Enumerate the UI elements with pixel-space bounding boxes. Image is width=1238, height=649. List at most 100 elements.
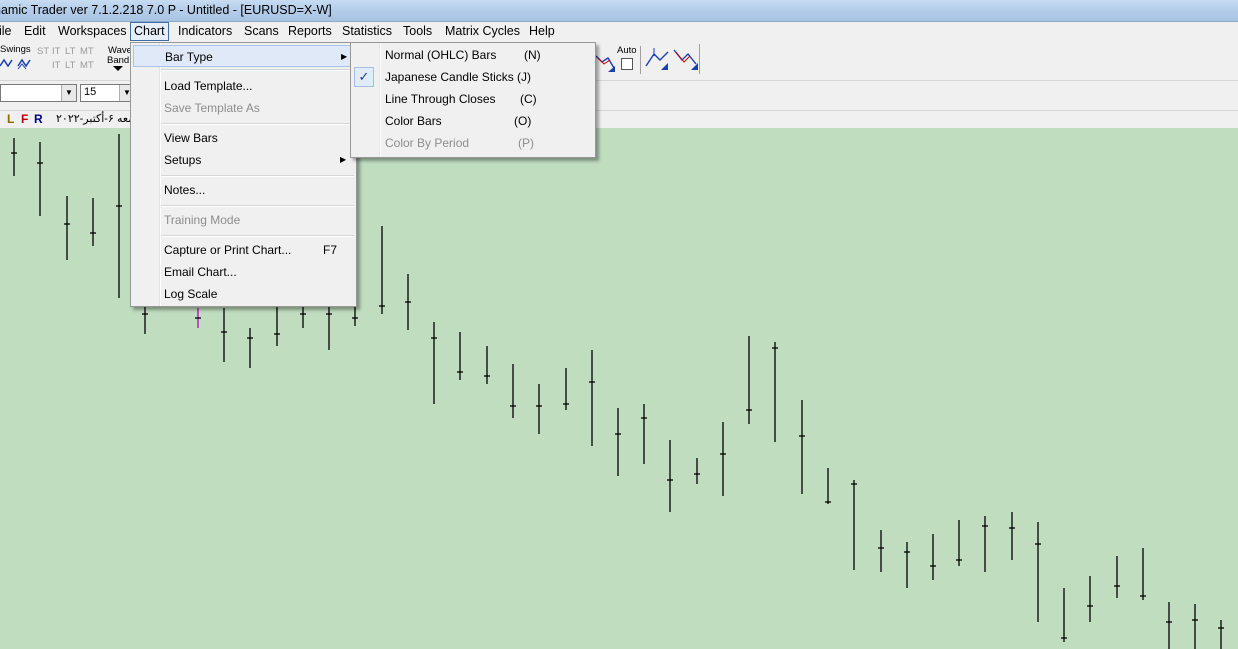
price-bar xyxy=(484,346,490,384)
menu-chart[interactable]: Chart xyxy=(130,22,169,41)
price-bar xyxy=(221,308,227,362)
view-bars-label: View Bars xyxy=(164,131,218,145)
bar-type-color-bars[interactable]: Color Bars (O) xyxy=(351,110,595,132)
auto-checkbox[interactable] xyxy=(621,58,633,70)
menu-separator xyxy=(161,123,354,125)
st-toggle[interactable]: ST xyxy=(37,46,49,57)
chart-menu-view-bars[interactable]: View Bars xyxy=(131,127,356,149)
menu-edit[interactable]: Edit xyxy=(21,23,49,40)
submenu-arrow-icon: ▶ xyxy=(341,52,348,61)
color-by-period-label: Color By Period xyxy=(385,136,470,150)
band-label[interactable]: Band xyxy=(107,55,129,66)
training-mode-label: Training Mode xyxy=(164,213,241,227)
window-title: namic Trader ver 7.1.2.218 7.0 P - Untit… xyxy=(0,3,332,17)
menu-tools[interactable]: Tools xyxy=(400,23,435,40)
color-bars-shortcut: (O) xyxy=(514,114,532,128)
price-bar xyxy=(64,196,70,260)
price-bar xyxy=(956,520,962,566)
price-bar xyxy=(1114,556,1120,598)
japanese-candles-shortcut: (J) xyxy=(517,70,531,84)
symbol-combo[interactable]: ▼ xyxy=(0,84,77,102)
lt-toggle[interactable]: LT xyxy=(65,46,75,57)
swing-up-tool-icon[interactable] xyxy=(644,46,670,72)
menu-statistics[interactable]: Statistics xyxy=(339,23,395,40)
chart-menu-training-mode: Training Mode xyxy=(131,209,356,231)
chart-menu-log-scale[interactable]: Log Scale xyxy=(131,283,356,305)
price-bar xyxy=(851,480,857,570)
bar-type-line-through-closes[interactable]: Line Through Closes (C) xyxy=(351,88,595,110)
menu-matrix-cycles[interactable]: Matrix Cycles xyxy=(442,23,523,40)
it-toggle[interactable]: IT xyxy=(52,46,60,57)
line-through-closes-shortcut: (C) xyxy=(520,92,537,106)
price-bar xyxy=(142,304,148,334)
price-bar xyxy=(746,336,752,424)
save-template-label: Save Template As xyxy=(164,101,260,115)
chart-menu-load-template[interactable]: Load Template... xyxy=(131,75,356,97)
menu-separator xyxy=(161,69,354,71)
price-bar xyxy=(772,342,778,442)
lt2-toggle[interactable]: LT xyxy=(65,60,75,71)
menu-workspaces[interactable]: Workspaces xyxy=(55,23,130,40)
flag-r[interactable]: R xyxy=(34,112,43,126)
menu-indicators[interactable]: Indicators xyxy=(175,23,235,40)
price-bar xyxy=(405,274,411,330)
flag-l[interactable]: L xyxy=(7,112,14,126)
mt2-toggle[interactable]: MT xyxy=(80,60,94,71)
chart-menu-capture-print[interactable]: Capture or Print Chart... F7 xyxy=(131,239,356,261)
auto-label: Auto xyxy=(617,45,637,56)
flag-f[interactable]: F xyxy=(21,112,28,126)
chevron-down-icon[interactable]: ▼ xyxy=(61,85,76,101)
price-bar xyxy=(536,384,542,434)
menu-separator xyxy=(161,235,354,237)
toolbar-divider xyxy=(640,46,641,74)
bar-type-japanese-candlesticks[interactable]: ✓ Japanese Candle Sticks (J) xyxy=(351,66,595,88)
price-bar xyxy=(1218,620,1224,649)
mt-toggle[interactable]: MT xyxy=(80,46,94,57)
swings-label: Swings xyxy=(0,44,31,55)
price-bar xyxy=(274,304,280,346)
menu-scans[interactable]: Scans xyxy=(241,23,282,40)
price-bar xyxy=(90,198,96,246)
menu-help[interactable]: Help xyxy=(526,23,558,40)
trend-down-tool-icon[interactable] xyxy=(596,52,616,74)
menu-reports[interactable]: Reports xyxy=(285,23,335,40)
menu-bar: ile Edit Workspaces Chart Indicators Sca… xyxy=(0,22,1238,42)
submenu-arrow-icon: ▶ xyxy=(340,155,347,164)
chart-menu-save-template: Save Template As xyxy=(131,97,356,119)
price-bar xyxy=(11,138,17,176)
price-bar xyxy=(1061,588,1067,642)
normal-ohlc-label: Normal (OHLC) Bars xyxy=(385,48,497,62)
chart-date-label: معه ۶-أكتبر-۲۰۲۲ xyxy=(56,113,135,125)
chart-menu-email-chart[interactable]: Email Chart... xyxy=(131,261,356,283)
price-bar xyxy=(379,226,385,314)
swings-icon[interactable] xyxy=(0,56,34,70)
bar-type-normal-ohlc[interactable]: Normal (OHLC) Bars (N) xyxy=(351,44,595,66)
normal-ohlc-shortcut: (N) xyxy=(524,48,541,62)
line-through-closes-label: Line Through Closes xyxy=(385,92,496,106)
color-by-period-shortcut: (P) xyxy=(518,136,534,150)
capture-print-shortcut: F7 xyxy=(323,243,338,257)
chart-menu-dropdown: Bar Type ▶ Load Template... Save Templat… xyxy=(130,42,357,307)
price-bar xyxy=(982,516,988,572)
chart-menu-notes[interactable]: Notes... xyxy=(131,179,356,201)
menu-separator xyxy=(161,175,354,177)
wave-band-dropdown-icon[interactable] xyxy=(113,66,123,72)
price-bar xyxy=(116,134,122,298)
period-combo-value: 15 xyxy=(84,86,97,98)
price-bar xyxy=(563,368,569,410)
it2-toggle[interactable]: IT xyxy=(52,60,60,71)
price-bar xyxy=(457,332,463,380)
price-bar xyxy=(300,304,306,328)
price-bar xyxy=(878,530,884,572)
price-bar xyxy=(1192,604,1198,649)
title-bar: namic Trader ver 7.1.2.218 7.0 P - Untit… xyxy=(0,0,1238,22)
chart-menu-bar-type[interactable]: Bar Type ▶ xyxy=(133,45,354,67)
price-bar xyxy=(799,400,805,494)
price-bar xyxy=(1035,522,1041,622)
period-combo[interactable]: 15 ▼ xyxy=(80,84,135,102)
chart-menu-setups[interactable]: Setups ▶ xyxy=(131,149,356,171)
price-bar xyxy=(825,468,831,504)
menu-file[interactable]: ile xyxy=(0,23,15,40)
swing-down-tool-icon[interactable] xyxy=(672,46,700,72)
toolbar-divider-2 xyxy=(699,44,700,74)
